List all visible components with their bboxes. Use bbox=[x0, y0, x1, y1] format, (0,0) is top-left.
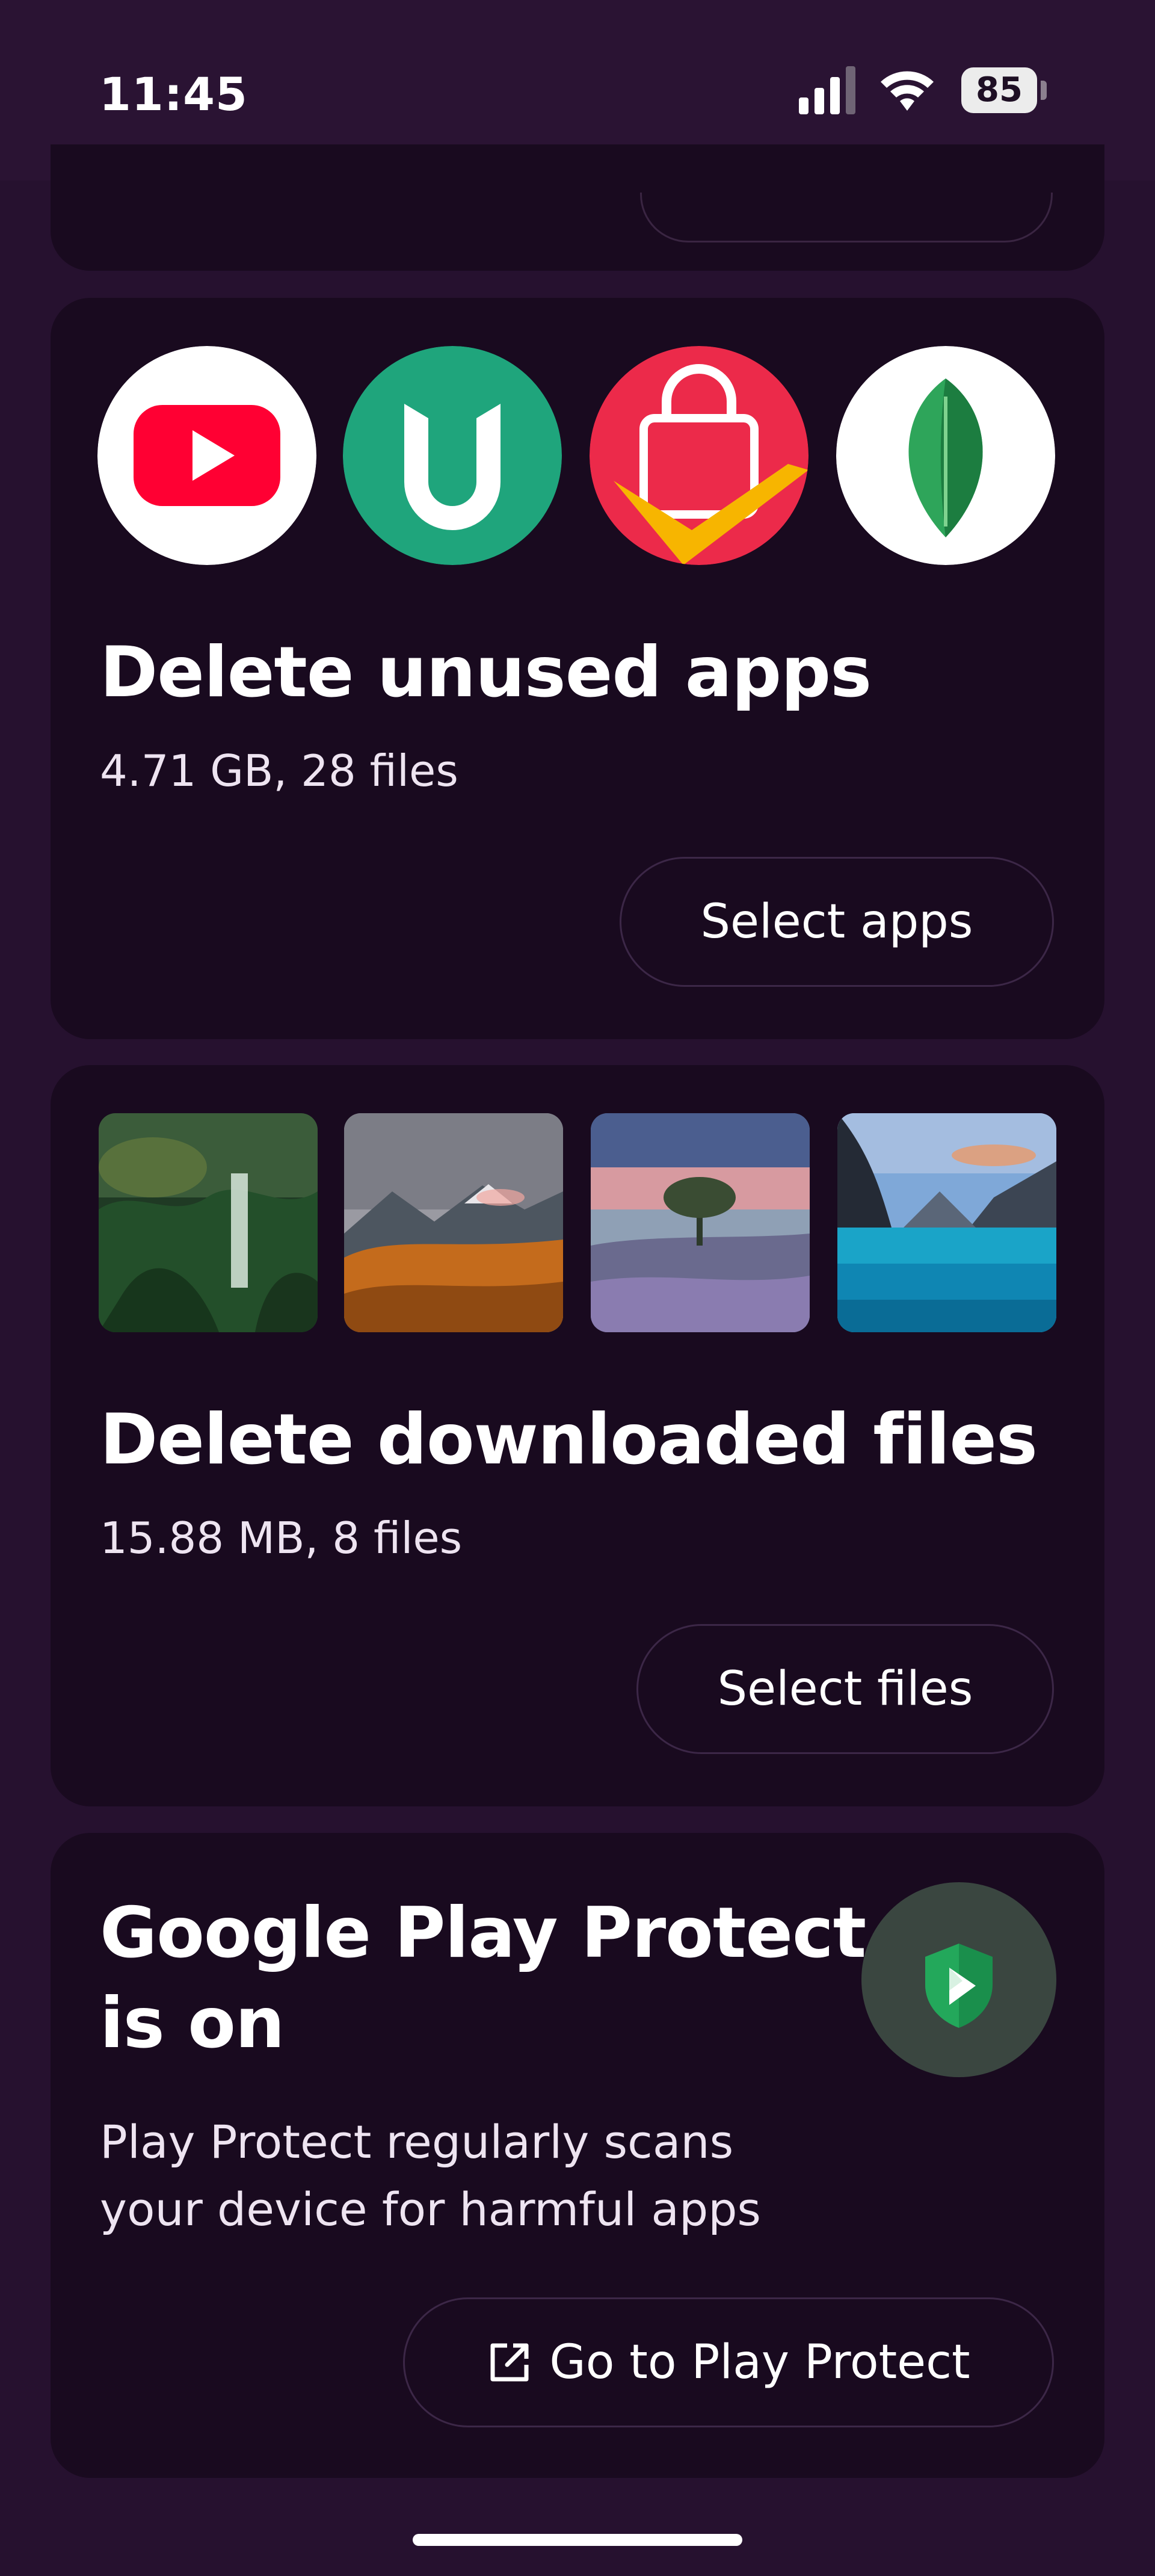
delete-downloaded-files-title: Delete downloaded files bbox=[100, 1399, 1038, 1480]
battery-icon: 85 bbox=[961, 67, 1052, 116]
previous-card bbox=[51, 144, 1104, 271]
youtube-icon bbox=[97, 346, 316, 565]
downloaded-photo-mountain-lake bbox=[837, 1113, 1056, 1332]
mi-home-icon bbox=[343, 346, 562, 565]
cellular-signal-icon bbox=[799, 66, 855, 114]
delete-downloaded-files-size: 15.88 MB, 8 files bbox=[100, 1513, 463, 1563]
play-protect-title-line2: is on bbox=[100, 1983, 285, 2064]
battery-tip bbox=[1041, 81, 1047, 100]
shopping-bag-icon bbox=[590, 346, 808, 565]
delete-unused-apps-card: Delete unused apps 4.71 GB, 28 files Sel… bbox=[51, 298, 1104, 1039]
snapseed-icon bbox=[836, 346, 1055, 565]
go-to-play-protect-button[interactable]: Go to Play Protect bbox=[403, 2297, 1054, 2427]
delete-unused-apps-title: Delete unused apps bbox=[100, 632, 872, 713]
play-protect-description-line1: Play Protect regularly scans bbox=[100, 2115, 734, 2169]
downloaded-photo-waterfall bbox=[99, 1113, 318, 1332]
play-protect-title-line1: Google Play Protect bbox=[100, 1892, 866, 1974]
play-protect-description-line2: your device for harmful apps bbox=[100, 2182, 762, 2236]
delete-unused-apps-size: 4.71 GB, 28 files bbox=[100, 746, 458, 796]
delete-downloaded-files-card: Delete downloaded files 15.88 MB, 8 file… bbox=[51, 1065, 1104, 1806]
wifi-icon bbox=[881, 71, 934, 111]
select-files-button[interactable]: Select files bbox=[636, 1624, 1054, 1754]
play-protect-shield-icon bbox=[861, 1882, 1056, 2077]
home-indicator[interactable] bbox=[413, 2534, 742, 2546]
battery-level: 85 bbox=[976, 70, 1023, 110]
previous-card-button[interactable] bbox=[640, 193, 1053, 242]
play-protect-card: Google Play Protect is on Play Protect r… bbox=[51, 1833, 1104, 2478]
downloaded-photo-autumn-hills bbox=[344, 1113, 563, 1332]
app-icons-row bbox=[97, 346, 1059, 569]
downloaded-photo-lone-tree bbox=[591, 1113, 810, 1332]
select-apps-button[interactable]: Select apps bbox=[620, 857, 1054, 987]
open-external-icon bbox=[490, 2343, 529, 2382]
status-time: 11:45 bbox=[99, 67, 248, 121]
go-to-play-protect-label: Go to Play Protect bbox=[549, 2335, 970, 2389]
